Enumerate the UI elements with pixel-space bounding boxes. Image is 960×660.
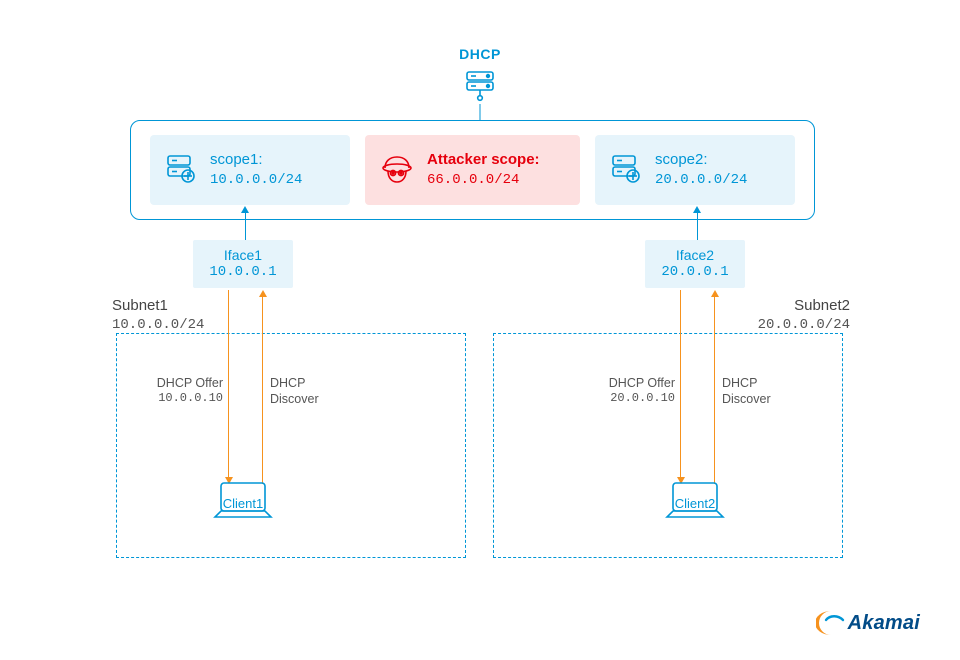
- client2: Client2: [663, 479, 727, 541]
- scope1-name: scope1:: [210, 150, 302, 170]
- client1-label: Client1: [211, 496, 275, 511]
- offer1-ip: 10.0.0.10: [145, 391, 223, 407]
- scope2-name: scope2:: [655, 150, 747, 170]
- network-diagram: DHCP scope1:: [0, 0, 960, 660]
- client1: Client1: [211, 479, 275, 541]
- offer-label-text-2: DHCP Offer: [597, 375, 675, 391]
- scope2-card: scope2: 20.0.0.0/24: [595, 135, 795, 205]
- attacker-scope-cidr: 66.0.0.0/24: [427, 171, 540, 190]
- dhcp-connector: [480, 104, 481, 120]
- scope1-cidr: 10.0.0.0/24: [210, 171, 302, 190]
- dhcp-offer-label-1: DHCP Offer 10.0.0.10: [145, 375, 223, 407]
- subnet1-box: [116, 333, 466, 558]
- iface2-box: Iface2 20.0.0.1: [645, 240, 745, 288]
- dhcp-discover-label-1: DHCP Discover: [270, 375, 350, 408]
- dhcp-offer-label-2: DHCP Offer 20.0.0.10: [597, 375, 675, 407]
- iface2-ip: 20.0.0.1: [645, 264, 745, 282]
- scope1-card: scope1: 10.0.0.0/24: [150, 135, 350, 205]
- arrow-iface1-scope1: [241, 206, 249, 241]
- arrow-iface2-scope2: [693, 206, 701, 241]
- iface2-name: Iface2: [645, 247, 745, 265]
- iface1-ip: 10.0.0.1: [193, 264, 293, 282]
- subnet2-label: Subnet2 20.0.0.0/24: [758, 296, 850, 335]
- akamai-logo: Akamai: [816, 608, 920, 638]
- client2-label: Client2: [663, 496, 727, 511]
- scope2-cidr: 20.0.0.0/24: [655, 171, 747, 190]
- offer-label-text: DHCP Offer: [145, 375, 223, 391]
- laptop-icon: [211, 510, 275, 526]
- attacker-scope-name: Attacker scope:: [427, 150, 540, 170]
- discover-label-b: Discover: [270, 391, 350, 407]
- attacker-icon: [379, 151, 415, 190]
- subnet2-name: Subnet2: [758, 296, 850, 316]
- akamai-wordmark: Akamai: [848, 612, 920, 635]
- iface1-box: Iface1 10.0.0.1: [193, 240, 293, 288]
- dhcp-title: DHCP: [459, 46, 501, 62]
- subnet1-name: Subnet1: [112, 296, 204, 316]
- offer2-ip: 20.0.0.10: [597, 391, 675, 407]
- discover-label-b2: Discover: [722, 391, 802, 407]
- scope-server-icon: [609, 152, 643, 189]
- laptop-icon: [663, 510, 727, 526]
- akamai-wave-icon: [816, 608, 846, 638]
- discover-label-a2: DHCP: [722, 375, 802, 391]
- subnet1-label: Subnet1 10.0.0.0/24: [112, 296, 204, 335]
- iface1-name: Iface1: [193, 247, 293, 265]
- discover-label-a: DHCP: [270, 375, 350, 391]
- server-icon: [461, 70, 499, 102]
- dhcp-discover-label-2: DHCP Discover: [722, 375, 802, 408]
- attacker-scope-card: Attacker scope: 66.0.0.0/24: [365, 135, 580, 205]
- scope-server-icon: [164, 152, 198, 189]
